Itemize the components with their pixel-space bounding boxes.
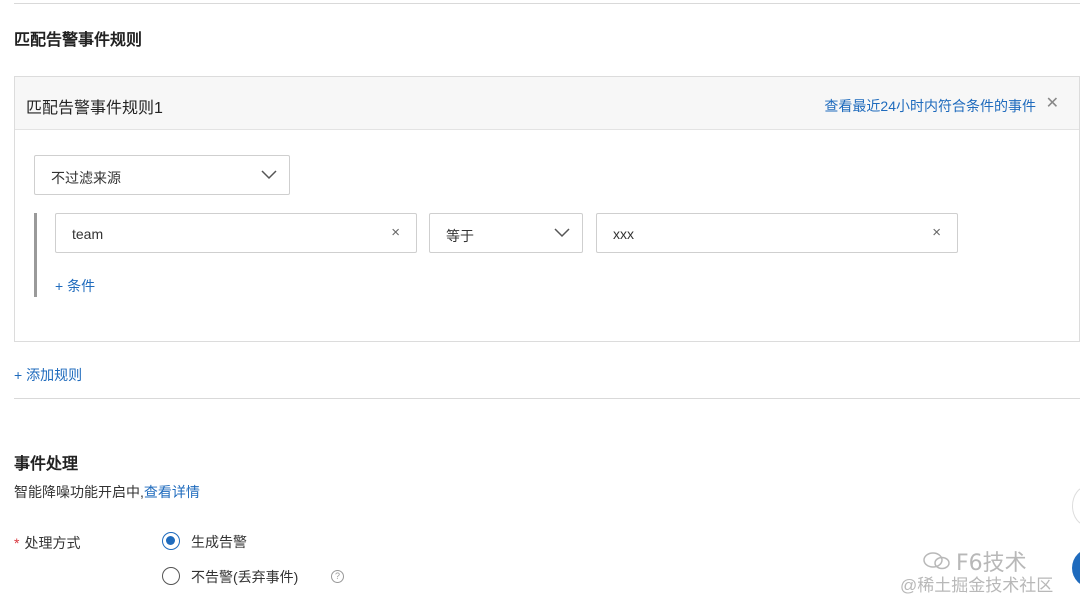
rule-card-header: 匹配告警事件规则1 查看最近24小时内符合条件的事件 ✕	[15, 77, 1079, 130]
rule-card: 匹配告警事件规则1 查看最近24小时内符合条件的事件 ✕ 不过滤来源 team …	[14, 76, 1080, 342]
noise-reduction-description: 智能降噪功能开启中,查看详情	[14, 482, 200, 502]
description-text: 智能降噪功能开启中,	[14, 484, 144, 500]
condition-group-bar	[34, 213, 37, 297]
condition-operator-value: 等于	[446, 228, 474, 244]
add-condition-button[interactable]: + 条件	[55, 276, 95, 296]
radio-unchecked-icon	[162, 567, 180, 585]
chevron-down-icon	[261, 170, 277, 180]
clear-icon[interactable]: ×	[391, 224, 400, 241]
question-circle-icon[interactable]: ?	[331, 570, 344, 583]
top-divider	[14, 3, 1080, 4]
view-recent-events-link[interactable]: 查看最近24小时内符合条件的事件	[824, 96, 1036, 116]
match-rules-title: 匹配告警事件规则	[14, 32, 143, 49]
wechat-icon	[923, 552, 950, 570]
close-icon[interactable]: ✕	[1046, 93, 1059, 113]
condition-operator-select[interactable]: 等于	[429, 213, 583, 253]
rule-title: 匹配告警事件规则1	[26, 100, 163, 117]
condition-key-value: team	[72, 226, 104, 242]
add-rule-button[interactable]: + 添加规则	[14, 365, 82, 385]
radio-checked-icon	[162, 532, 180, 550]
condition-value-input[interactable]: xxx ×	[596, 213, 958, 253]
event-handling-title: 事件处理	[14, 456, 79, 473]
view-details-link[interactable]: 查看详情	[144, 484, 200, 500]
condition-key-input[interactable]: team ×	[55, 213, 417, 253]
source-filter-select[interactable]: 不过滤来源	[34, 155, 290, 195]
handling-method-label: * 处理方式	[14, 533, 80, 553]
handling-method-text: 处理方式	[24, 535, 81, 551]
section-divider	[14, 398, 1080, 399]
clear-icon[interactable]: ×	[932, 224, 941, 241]
source-filter-value: 不过滤来源	[51, 170, 121, 186]
radio-label: 不告警(丢弃事件)	[191, 569, 299, 585]
required-mark: *	[14, 535, 20, 551]
side-widget[interactable]	[1072, 486, 1080, 526]
chevron-down-icon	[554, 228, 570, 238]
radio-label: 生成告警	[191, 534, 247, 550]
watermark-subtitle: @稀土掘金技术社区	[900, 576, 1054, 595]
watermark: F6技术 @稀土掘金技术社区	[898, 545, 1068, 595]
help-float-button[interactable]	[1072, 548, 1080, 588]
condition-value: xxx	[613, 226, 634, 242]
